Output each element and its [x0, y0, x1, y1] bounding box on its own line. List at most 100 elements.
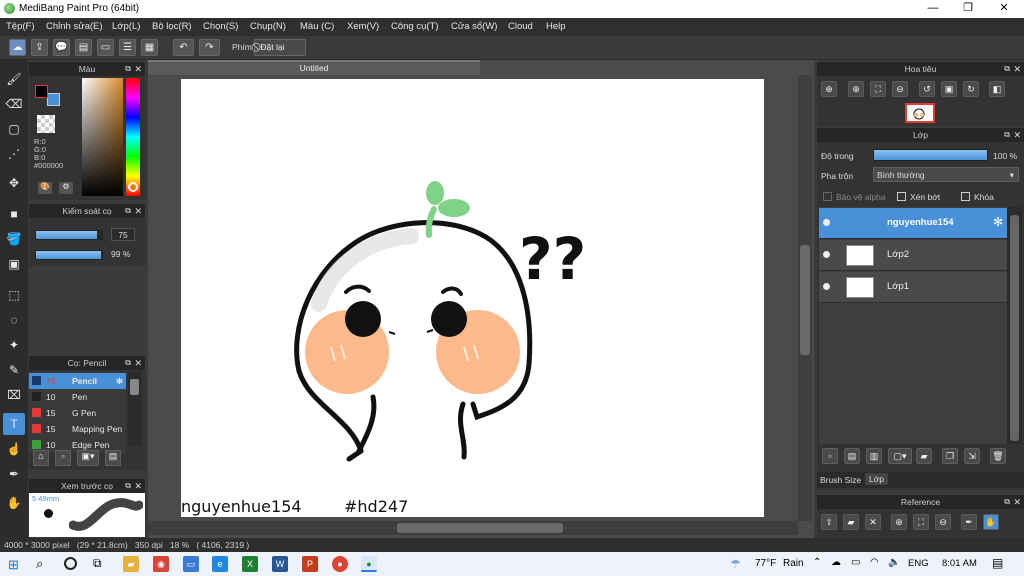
close-panel-icon[interactable]: ✕ [1013, 62, 1021, 76]
lock-checkbox[interactable] [961, 192, 970, 201]
reference-open-icon[interactable]: ▰ [843, 514, 859, 530]
language-indicator[interactable]: ENG [908, 558, 929, 569]
merge-layer-icon[interactable]: ⇲ [964, 448, 980, 464]
layer-row[interactable]: Lớp1 [819, 272, 1007, 303]
weather-temp[interactable]: 77°F [755, 558, 776, 569]
zoom-in-alt-icon[interactable]: ⊕ [848, 81, 864, 97]
fill-rect-tool-icon[interactable]: ■ [3, 203, 25, 225]
reference-cloud-icon[interactable]: ⇧ [821, 514, 837, 530]
app-red-icon[interactable]: ◉ [153, 556, 169, 572]
minimize-button[interactable]: — [915, 0, 951, 18]
upload-icon[interactable]: ⇪ [31, 39, 48, 56]
windows-start-icon[interactable]: ⊞ [8, 557, 19, 573]
actual-size-icon[interactable]: ▣ [941, 81, 957, 97]
select-eraser-tool-icon[interactable]: ⌧ [3, 384, 25, 406]
transparent-color-swatch[interactable] [37, 115, 55, 133]
folder-icon[interactable]: ▰ [916, 448, 932, 464]
eraser-tool-icon[interactable]: ⌫ [3, 93, 25, 115]
menu-edit[interactable]: Chỉnh sửa(E) [46, 21, 103, 32]
volume-icon[interactable]: 🔈 [888, 557, 900, 568]
new-layer-icon[interactable]: ▫ [822, 448, 838, 464]
powerpoint-icon[interactable]: P [302, 556, 318, 572]
fit-window-icon[interactable]: ⛶ [870, 81, 886, 97]
undock-icon[interactable]: ⧉ [125, 356, 131, 370]
select-pen-tool-icon[interactable]: ✎ [3, 359, 25, 381]
menu-tools[interactable]: Công cụ(T) [391, 21, 439, 32]
medibang-taskbar-icon[interactable]: ● [361, 556, 377, 572]
grid-icon[interactable]: ▦ [141, 39, 158, 56]
rotate-right-icon[interactable]: ↻ [963, 81, 979, 97]
select-tool-icon[interactable]: ⬚ [3, 284, 25, 306]
move-tool-icon[interactable]: ✥ [3, 172, 25, 194]
cloud-icon[interactable]: ☁ [9, 39, 26, 56]
close-panel-icon[interactable]: ✕ [134, 204, 142, 218]
chevron-up-icon[interactable]: ⌃ [813, 557, 821, 568]
close-button[interactable]: ✕ [986, 0, 1022, 18]
shape-tool-icon[interactable]: ▢ [3, 118, 25, 140]
vertical-scrollbar[interactable] [798, 75, 812, 521]
close-panel-icon[interactable]: ✕ [134, 479, 142, 493]
horizontal-scroll-thumb[interactable] [397, 523, 563, 533]
vertical-scroll-thumb[interactable] [800, 245, 810, 355]
reference-hand-icon[interactable]: ✋ [983, 514, 999, 530]
monitor-icon[interactable]: ▭ [183, 556, 199, 572]
cortana-icon[interactable] [64, 557, 77, 570]
clock[interactable]: 8:01 AM [942, 558, 977, 569]
lasso-tool-icon[interactable]: ◌ [3, 309, 25, 331]
edge-browser-icon[interactable]: e [212, 556, 228, 572]
new-8bit-layer-icon[interactable]: ▥ [866, 448, 882, 464]
brush-list-scroll-thumb[interactable] [130, 379, 139, 395]
rotate-left-icon[interactable]: ↺ [919, 81, 935, 97]
eyedropper-tool-icon[interactable]: ✒ [3, 463, 25, 485]
tab-brush-size[interactable]: Brush Size [820, 475, 861, 485]
close-panel-icon[interactable]: ✕ [134, 62, 142, 76]
brush-size-value[interactable]: 75 [111, 228, 135, 241]
search-icon[interactable]: ⌕ [36, 556, 43, 572]
tab-layer[interactable]: Lớp [865, 473, 889, 485]
layer-list-scrollbar[interactable] [1007, 207, 1022, 444]
brush-list-scrollbar[interactable] [128, 371, 141, 446]
undock-icon[interactable]: ⧉ [1004, 128, 1010, 142]
navigator-thumbnail[interactable] [905, 103, 935, 123]
zoom-in-icon[interactable]: ⊕ [821, 81, 837, 97]
add-brush-icon[interactable]: ⌂ [33, 450, 49, 466]
reset-button[interactable]: ⃠ Đặt lại [254, 39, 306, 56]
menu-file[interactable]: Tệp(F) [6, 21, 35, 32]
brush-list-item[interactable]: 75 Pencil ✻ [29, 373, 126, 389]
hand-tool-icon[interactable]: ✋ [3, 492, 25, 514]
new-brush-icon[interactable]: ▫ [55, 450, 71, 466]
word-icon[interactable]: W [272, 556, 288, 572]
add-layer-menu-icon[interactable]: ▢▾ [888, 448, 912, 464]
magic-wand-tool-icon[interactable]: ✦ [3, 334, 25, 356]
blend-mode-select[interactable]: Bình thường ▾ [873, 167, 1019, 182]
list-icon[interactable]: ☰ [119, 39, 136, 56]
menu-window[interactable]: Cửa sổ(W) [451, 21, 497, 32]
undock-icon[interactable]: ⧉ [125, 204, 131, 218]
weather-desc[interactable]: Rain [783, 558, 804, 569]
menu-capture[interactable]: Chụp(N) [250, 21, 286, 32]
primary-color-swatch[interactable] [35, 85, 48, 98]
text-tool-icon[interactable]: T [3, 413, 25, 435]
layer-opacity-slider[interactable] [873, 149, 988, 161]
restore-button[interactable]: ❐ [950, 0, 986, 18]
clipping-checkbox[interactable] [897, 192, 906, 201]
cloud-sync-icon[interactable]: ☁ [831, 557, 841, 568]
menu-help[interactable]: Help [546, 21, 566, 32]
hue-slider[interactable] [126, 78, 140, 196]
hue-handle[interactable] [128, 182, 138, 192]
brush-tool-icon[interactable]: 🖌 [3, 68, 25, 90]
close-panel-icon[interactable]: ✕ [134, 356, 142, 370]
close-panel-icon[interactable]: ✕ [1013, 128, 1021, 142]
undo-icon[interactable]: ↶ [173, 39, 194, 56]
layer-list-scroll-thumb[interactable] [1010, 215, 1019, 441]
comment-icon[interactable]: 💬 [53, 39, 70, 56]
reference-eyedropper-icon[interactable]: ✒ [961, 514, 977, 530]
chat-icon[interactable]: ▤ [75, 39, 92, 56]
undock-icon[interactable]: ⧉ [125, 479, 131, 493]
layer-visibility-icon[interactable] [823, 283, 830, 290]
brush-menu-icon[interactable]: ▣▾ [77, 450, 99, 466]
brush-list-item[interactable]: 10 Pen [29, 389, 126, 405]
menu-cloud[interactable]: Cloud [508, 21, 533, 32]
brush-list-item[interactable]: 15 G Pen [29, 405, 126, 421]
menu-color[interactable]: Màu (C) [300, 21, 334, 32]
